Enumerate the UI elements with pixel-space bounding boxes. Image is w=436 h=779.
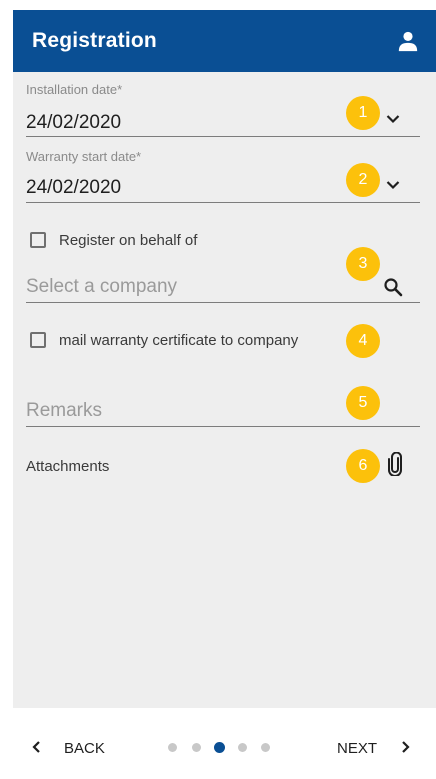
page-title: Registration xyxy=(32,29,157,52)
chevron-right-icon[interactable] xyxy=(398,740,412,754)
chevron-down-icon[interactable] xyxy=(386,180,400,190)
step-badge-1: 1 xyxy=(346,96,380,130)
installation-date-label: Installation date* xyxy=(26,82,123,97)
step-badge-5: 5 xyxy=(346,386,380,420)
app-bar: Registration xyxy=(13,10,436,72)
company-search-underline xyxy=(26,302,420,303)
mail-certificate-label: mail warranty certificate to company xyxy=(59,332,299,349)
page-indicator-dot xyxy=(192,743,201,752)
page-indicator-dot xyxy=(261,743,270,752)
register-on-behalf-label: Register on behalf of xyxy=(59,232,198,249)
page-indicator-dot xyxy=(168,743,177,752)
step-badge-3: 3 xyxy=(346,247,380,281)
warranty-start-date-value[interactable]: 24/02/2020 xyxy=(26,177,121,199)
paperclip-icon[interactable] xyxy=(387,452,403,476)
step-badge-4: 4 xyxy=(346,324,380,358)
step-badge-2: 2 xyxy=(346,163,380,197)
back-button[interactable]: BACK xyxy=(64,740,105,757)
search-icon[interactable] xyxy=(383,277,403,297)
page-indicator-dot xyxy=(238,743,247,752)
next-button[interactable]: NEXT xyxy=(337,740,377,757)
chevron-left-icon[interactable] xyxy=(30,740,44,754)
page-indicator-dot-active xyxy=(214,742,225,753)
installation-date-value[interactable]: 24/02/2020 xyxy=(26,112,121,134)
company-search-input[interactable]: Select a company xyxy=(26,276,177,298)
chevron-down-icon[interactable] xyxy=(386,114,400,124)
attachments-label: Attachments xyxy=(26,458,110,475)
warranty-start-date-label: Warranty start date* xyxy=(26,149,142,164)
remarks-input[interactable]: Remarks xyxy=(26,400,102,422)
step-badge-6: 6 xyxy=(346,449,380,483)
installation-date-underline xyxy=(26,136,420,137)
account-icon[interactable] xyxy=(397,30,419,52)
mail-certificate-checkbox[interactable] xyxy=(30,332,46,348)
remarks-underline xyxy=(26,426,420,427)
register-on-behalf-checkbox[interactable] xyxy=(30,232,46,248)
registration-form: Installation date* 24/02/2020 1 Warranty… xyxy=(13,72,436,708)
bottom-navigation: BACK NEXT xyxy=(0,708,436,779)
warranty-start-date-underline xyxy=(26,202,420,203)
